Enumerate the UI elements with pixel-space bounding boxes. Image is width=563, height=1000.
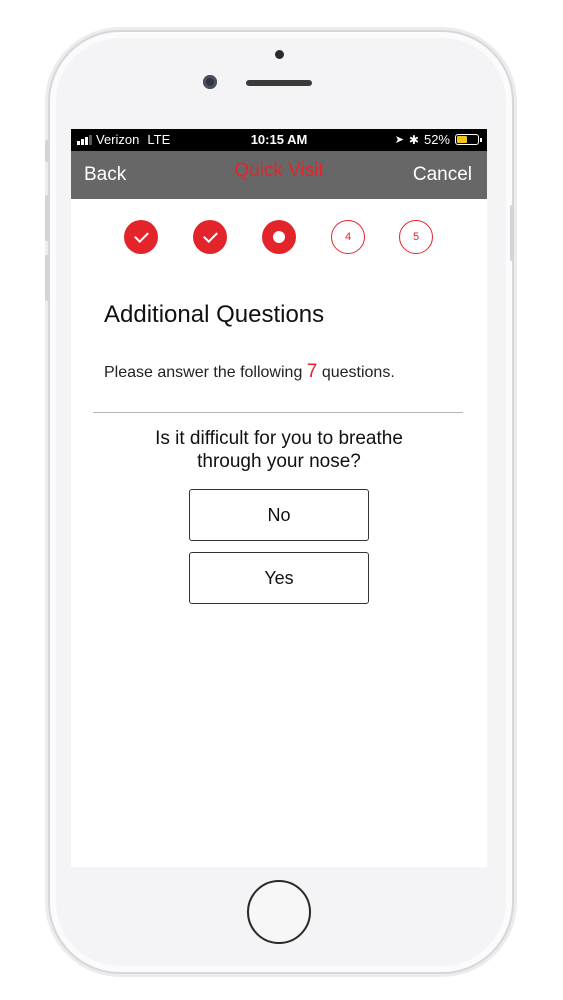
instructions-suffix: questions. <box>321 364 395 381</box>
question-count: 7 <box>306 361 318 382</box>
step-2-completed <box>193 220 227 254</box>
answer-yes-button[interactable]: Yes <box>189 552 369 604</box>
bluetooth-icon: ✱ <box>408 132 419 147</box>
step-progress: 4 5 <box>71 220 487 256</box>
current-dot-icon <box>273 231 285 243</box>
battery-icon <box>455 134 482 145</box>
home-button[interactable] <box>247 880 311 944</box>
question-text: Is it difficult for you to breathe throu… <box>111 427 447 473</box>
phone-screen: Verizon LTE 10:15 AM ➤ ✱ 52% Back Quick … <box>71 129 487 867</box>
volume-up-button <box>45 195 49 241</box>
section-title: Additional Questions <box>104 301 325 328</box>
step-number: 5 <box>412 231 420 243</box>
cancel-button[interactable]: Cancel <box>413 164 472 186</box>
volume-down-button <box>45 255 49 301</box>
step-3-current <box>262 220 296 254</box>
power-button <box>510 205 514 261</box>
question-line-2: through your nose? <box>197 451 361 472</box>
answer-no-button[interactable]: No <box>189 489 369 541</box>
instructions-text: Please answer the following 7 questions. <box>104 361 395 383</box>
location-arrow-icon: ➤ <box>394 134 404 146</box>
step-5-pending: 5 <box>399 220 433 254</box>
instructions-prefix: Please answer the following <box>104 364 303 381</box>
earpiece-speaker <box>246 80 312 86</box>
checkmark-icon <box>133 228 149 244</box>
proximity-sensor <box>275 50 284 59</box>
status-bar: Verizon LTE 10:15 AM ➤ ✱ 52% <box>71 129 487 151</box>
mute-switch <box>45 140 49 162</box>
step-1-completed <box>124 220 158 254</box>
checkmark-icon <box>202 228 218 244</box>
step-4-pending: 4 <box>331 220 365 254</box>
front-camera <box>203 75 217 89</box>
question-line-1: Is it difficult for you to breathe <box>155 428 403 449</box>
status-right: ➤ ✱ 52% <box>394 132 482 147</box>
divider <box>93 412 463 413</box>
battery-percent: 52% <box>423 132 450 147</box>
step-number: 4 <box>344 231 352 243</box>
navigation-bar: Back Quick Visit Cancel <box>71 151 487 199</box>
